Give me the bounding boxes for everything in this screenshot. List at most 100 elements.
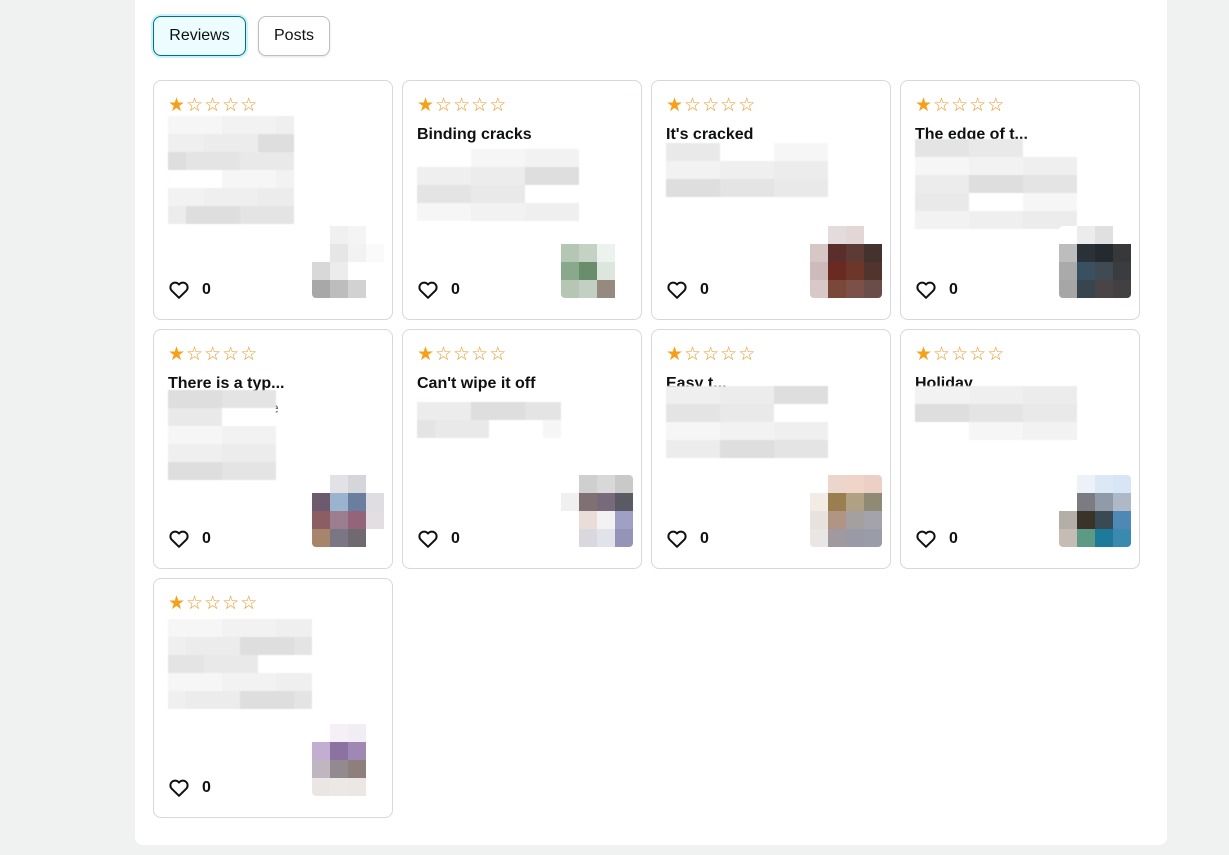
review-card-grid: ★☆☆☆☆calc0★☆☆☆☆Binding cracks0★☆☆☆☆It's … — [153, 80, 1140, 818]
star-rating: ★ ☆ ☆ ☆ ☆ — [168, 95, 257, 115]
helpful-count: 0 — [202, 530, 211, 547]
star-empty-icon: ☆ — [738, 343, 756, 365]
heart-icon[interactable] — [666, 279, 688, 301]
star-empty-icon: ☆ — [684, 343, 702, 365]
star-empty-icon: ☆ — [702, 343, 720, 365]
helpful-votes: 0 — [168, 279, 211, 301]
star-rating: ★ ☆ ☆ ☆ ☆ — [666, 95, 755, 115]
star-filled-icon: ★ — [666, 343, 684, 365]
heart-icon[interactable] — [666, 528, 688, 550]
star-empty-icon: ☆ — [933, 343, 951, 365]
review-card[interactable]: ★ ☆ ☆ ☆ ☆ 0 — [153, 578, 393, 818]
tab-posts[interactable]: Posts — [258, 16, 330, 56]
helpful-votes: 0 — [915, 279, 958, 301]
review-card[interactable]: ★ ☆ ☆ ☆ ☆ Can't wipe it off 0 — [402, 329, 642, 569]
helpful-count: 0 — [949, 530, 958, 547]
star-empty-icon: ☆ — [951, 343, 969, 365]
helpful-votes: 0 — [666, 279, 709, 301]
heart-icon[interactable] — [915, 528, 937, 550]
star-empty-icon: ☆ — [240, 343, 258, 365]
review-card[interactable]: ★ ☆ ☆ ☆ ☆ Holiday 0 — [900, 329, 1140, 569]
helpful-votes: 0 — [168, 528, 211, 550]
star-empty-icon: ☆ — [987, 94, 1005, 116]
heart-icon[interactable] — [417, 528, 439, 550]
star-rating: ★ ☆ ☆ ☆ ☆ — [915, 344, 1004, 364]
heart-icon[interactable] — [168, 777, 190, 799]
review-card[interactable]: ★☆☆☆☆There is a typ...he0 — [153, 329, 393, 569]
review-image-thumbnail[interactable] — [810, 226, 882, 298]
review-card[interactable]: ★ ☆ ☆ ☆ ☆ It's cracked 0 — [651, 80, 891, 320]
helpful-votes: 0 — [168, 777, 211, 799]
star-empty-icon: ☆ — [222, 592, 240, 614]
star-empty-icon: ☆ — [453, 94, 471, 116]
star-empty-icon: ☆ — [240, 94, 258, 116]
star-rating: ★ ☆ ☆ ☆ ☆ — [666, 344, 755, 364]
star-empty-icon: ☆ — [987, 343, 1005, 365]
redacted-text-block — [417, 402, 561, 438]
helpful-count: 0 — [451, 281, 460, 298]
star-filled-icon: ★ — [168, 343, 186, 365]
review-card[interactable]: ★ ☆ ☆ ☆ ☆ The edge of t... 0 — [900, 80, 1140, 320]
star-empty-icon: ☆ — [471, 94, 489, 116]
redacted-text-block — [915, 139, 1077, 229]
helpful-count: 0 — [202, 779, 211, 796]
star-rating: ★ ☆ ☆ ☆ ☆ — [417, 344, 506, 364]
star-empty-icon: ☆ — [204, 343, 222, 365]
helpful-count: 0 — [202, 281, 211, 298]
helpful-votes: 0 — [666, 528, 709, 550]
star-empty-icon: ☆ — [933, 94, 951, 116]
helpful-count: 0 — [700, 281, 709, 298]
star-empty-icon: ☆ — [684, 94, 702, 116]
star-empty-icon: ☆ — [702, 94, 720, 116]
review-image-thumbnail[interactable] — [312, 724, 384, 796]
review-card[interactable]: ★ ☆ ☆ ☆ ☆ Easy t... 0 — [651, 329, 891, 569]
review-image-thumbnail[interactable] — [312, 475, 384, 547]
review-image-thumbnail[interactable] — [312, 226, 384, 298]
star-filled-icon: ★ — [417, 343, 435, 365]
star-empty-icon: ☆ — [186, 592, 204, 614]
review-title: Binding cracks — [417, 126, 532, 143]
heart-icon[interactable] — [417, 279, 439, 301]
star-filled-icon: ★ — [915, 343, 933, 365]
star-empty-icon: ☆ — [969, 343, 987, 365]
review-image-thumbnail[interactable] — [561, 226, 633, 298]
star-filled-icon: ★ — [666, 94, 684, 116]
heart-icon[interactable] — [168, 279, 190, 301]
star-empty-icon: ☆ — [204, 592, 222, 614]
heart-icon[interactable] — [915, 279, 937, 301]
star-empty-icon: ☆ — [951, 94, 969, 116]
tab-reviews[interactable]: Reviews — [153, 16, 246, 56]
helpful-count: 0 — [700, 530, 709, 547]
star-empty-icon: ☆ — [435, 343, 453, 365]
star-rating: ★ ☆ ☆ ☆ ☆ — [168, 344, 257, 364]
star-filled-icon: ★ — [915, 94, 933, 116]
star-empty-icon: ☆ — [489, 94, 507, 116]
star-empty-icon: ☆ — [453, 343, 471, 365]
redacted-text-block — [168, 390, 276, 480]
star-filled-icon: ★ — [168, 94, 186, 116]
redacted-text-block — [417, 149, 579, 221]
review-title: Can't wipe it off — [417, 375, 536, 392]
redacted-text-block — [666, 143, 828, 197]
star-empty-icon: ☆ — [186, 94, 204, 116]
review-image-thumbnail[interactable] — [810, 475, 882, 547]
redacted-text-block — [666, 386, 828, 458]
review-image-thumbnail[interactable] — [1059, 226, 1131, 298]
star-rating: ★ ☆ ☆ ☆ ☆ — [168, 593, 257, 613]
star-rating: ★ ☆ ☆ ☆ ☆ — [417, 95, 506, 115]
star-empty-icon: ☆ — [222, 94, 240, 116]
redacted-text-block — [168, 619, 312, 709]
star-filled-icon: ★ — [168, 592, 186, 614]
helpful-count: 0 — [451, 530, 460, 547]
review-card[interactable]: ★☆☆☆☆calc0 — [153, 80, 393, 320]
review-image-thumbnail[interactable] — [561, 475, 633, 547]
star-filled-icon: ★ — [417, 94, 435, 116]
star-empty-icon: ☆ — [720, 94, 738, 116]
star-empty-icon: ☆ — [969, 94, 987, 116]
star-empty-icon: ☆ — [471, 343, 489, 365]
review-image-thumbnail[interactable] — [1059, 475, 1131, 547]
review-card[interactable]: ★ ☆ ☆ ☆ ☆ Binding cracks 0 — [402, 80, 642, 320]
redacted-text-block — [168, 116, 294, 224]
heart-icon[interactable] — [168, 528, 190, 550]
helpful-votes: 0 — [417, 528, 460, 550]
